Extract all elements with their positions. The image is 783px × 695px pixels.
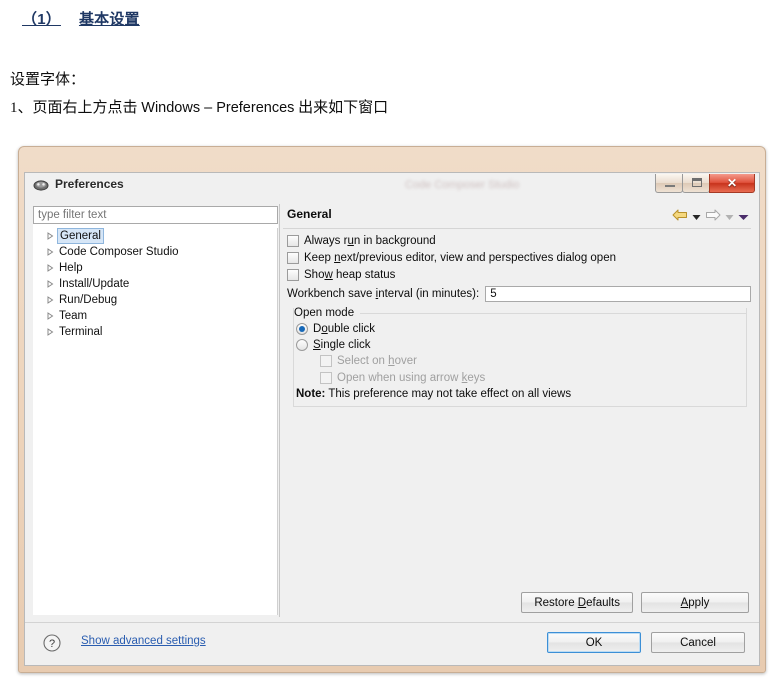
tree-item-install-update[interactable]: Install/Update (33, 276, 277, 292)
expand-arrow-icon[interactable] (44, 312, 57, 320)
workbench-save-interval-label: Workbench save interval (in minutes): (287, 288, 480, 300)
back-arrow-icon[interactable] (672, 208, 688, 226)
workbench-save-interval-row: Workbench save interval (in minutes): (287, 286, 751, 302)
checkbox-icon[interactable] (287, 251, 299, 264)
general-settings-page: General Always run in background Keep ne… (283, 206, 751, 615)
radio-double-click[interactable]: Double click (296, 321, 746, 336)
apply-button[interactable]: Apply (641, 592, 749, 613)
body-line-2-prefix: 1、页面右上方点击 (10, 100, 142, 116)
preferences-tree[interactable]: General Code Composer Studio Help Instal… (33, 228, 278, 615)
tree-item-label: Help (59, 262, 83, 274)
page-navigation (672, 208, 749, 226)
open-mode-note: Note: This preference may not take effec… (296, 388, 746, 400)
maximize-icon (692, 178, 702, 187)
checkbox-icon[interactable] (287, 234, 299, 247)
heading-title: 基本设置 (78, 11, 140, 28)
forward-arrow-icon[interactable] (705, 208, 721, 226)
checkbox-show-heap-status[interactable]: Show heap status (287, 267, 751, 282)
show-advanced-settings-link[interactable]: Show advanced settings (81, 635, 206, 647)
tree-item-team[interactable]: Team (33, 308, 277, 324)
checkbox-label: Keep next/previous editor, view and pers… (304, 251, 616, 264)
page-title: General (287, 207, 332, 221)
body-line-2-menupath: Windows – Preferences (141, 100, 295, 116)
pane-divider (279, 204, 280, 617)
tree-item-general[interactable]: General (33, 228, 277, 244)
radio-icon[interactable] (296, 322, 308, 335)
checkbox-always-run-in-background[interactable]: Always run in background (287, 233, 751, 248)
legend-rule (360, 312, 746, 314)
preferences-app-icon (33, 178, 49, 193)
ok-button[interactable]: OK (547, 632, 641, 653)
open-mode-group: Open mode Double click Single click Sele… (293, 307, 747, 407)
filter-input[interactable] (33, 206, 278, 224)
body-line-2: 1、页面右上方点击 Windows – Preferences 出来如下窗口 (10, 96, 388, 117)
checkbox-label: Show heap status (304, 268, 396, 281)
checkbox-select-on-hover: Select on hover (320, 353, 746, 368)
radio-label: Single click (313, 338, 371, 351)
tree-item-run-debug[interactable]: Run/Debug (33, 292, 277, 308)
dialog-footer: ? Show advanced settings OK Cancel (25, 622, 759, 665)
body-line-2-suffix: 出来如下窗口 (294, 100, 389, 116)
checkbox-icon (320, 354, 332, 367)
expand-arrow-icon[interactable] (44, 248, 57, 256)
radio-single-click[interactable]: Single click (296, 337, 746, 352)
close-icon: ✕ (726, 176, 738, 190)
tree-item-code-composer-studio[interactable]: Code Composer Studio (33, 244, 277, 260)
maximize-button[interactable] (682, 174, 710, 193)
minimize-button[interactable] (655, 174, 683, 193)
forward-dropdown-chevron-icon[interactable] (725, 208, 734, 226)
footer-buttons: OK Cancel (547, 632, 745, 653)
window-inner: Preferences Code Composer Studio ✕ type … (24, 172, 760, 666)
preferences-tree-pane: General Code Composer Studio Help (33, 206, 278, 615)
checkbox-keep-next-previous-editor[interactable]: Keep next/previous editor, view and pers… (287, 250, 751, 265)
tree-item-label: Run/Debug (59, 294, 118, 306)
note-text: This preference may not take effect on a… (328, 388, 572, 400)
minimize-icon (665, 185, 675, 187)
page-heading: （1） 基本设置 (22, 8, 140, 29)
checkbox-label: Select on hover (337, 354, 417, 367)
cancel-button[interactable]: Cancel (651, 632, 745, 653)
back-dropdown-chevron-icon[interactable] (692, 208, 701, 226)
radio-icon[interactable] (296, 338, 308, 351)
page-header-divider (283, 228, 751, 229)
page-action-buttons: Restore Defaults Apply (521, 592, 749, 613)
window-controls: ✕ (655, 174, 755, 193)
tree-item-label: Code Composer Studio (59, 246, 179, 258)
view-menu-chevron-icon[interactable] (738, 208, 749, 226)
tree-item-label: Terminal (59, 326, 103, 338)
title-bar: Preferences Code Composer Studio ✕ (25, 173, 759, 198)
background-window-title: Code Composer Studio (405, 179, 520, 191)
heading-number: （1） (22, 11, 61, 28)
note-label: Note: (296, 388, 326, 400)
open-mode-legend: Open mode (294, 307, 746, 319)
checkbox-label: Open when using arrow keys (337, 371, 486, 384)
expand-arrow-icon[interactable] (44, 296, 57, 304)
help-question-mark-icon[interactable]: ? (43, 634, 61, 657)
dialog-body: General Code Composer Studio Help (25, 198, 759, 665)
open-mode-legend-label: Open mode (294, 307, 361, 319)
tree-item-label: Team (59, 310, 88, 322)
workbench-save-interval-input[interactable] (485, 286, 751, 302)
close-button[interactable]: ✕ (709, 174, 755, 193)
preferences-window: Preferences Code Composer Studio ✕ type … (18, 146, 766, 673)
expand-arrow-icon[interactable] (44, 232, 57, 240)
checkbox-icon (320, 371, 332, 384)
tree-item-label: Install/Update (59, 278, 130, 290)
tree-item-terminal[interactable]: Terminal (33, 324, 277, 340)
checkbox-open-when-using-arrow-keys: Open when using arrow keys (320, 370, 746, 385)
body-line-1: 设置字体： (10, 72, 86, 88)
checkbox-icon[interactable] (287, 268, 299, 281)
tree-item-help[interactable]: Help (33, 260, 277, 276)
window-title: Preferences (55, 177, 124, 191)
svg-text:?: ? (49, 638, 55, 650)
expand-arrow-icon[interactable] (44, 264, 57, 272)
expand-arrow-icon[interactable] (44, 328, 57, 336)
page-header: General (283, 206, 751, 226)
checkbox-label: Always run in background (304, 234, 436, 247)
radio-label: Double click (313, 322, 376, 335)
expand-arrow-icon[interactable] (44, 280, 57, 288)
restore-defaults-button[interactable]: Restore Defaults (521, 592, 633, 613)
tree-item-label: General (57, 228, 104, 244)
